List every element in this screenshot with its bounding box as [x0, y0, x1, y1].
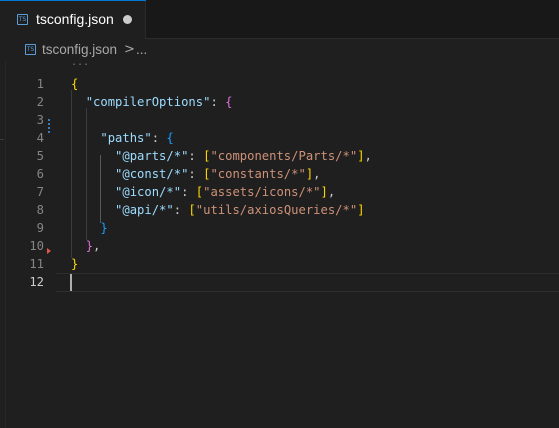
brace: { [71, 77, 79, 91]
line-number: 6 [36, 167, 44, 181]
json-string: "components/Parts/*" [210, 149, 358, 163]
code-line: 1 { [0, 75, 559, 93]
bracket: ] [357, 203, 365, 217]
line-number: 11 [29, 257, 44, 271]
text-cursor [70, 274, 72, 291]
colon: : [151, 131, 167, 145]
tab-title: tsconfig.json [36, 11, 114, 27]
brace: { [225, 95, 233, 109]
active-tab-indicator [0, 0, 146, 1]
line-number: 7 [36, 185, 44, 199]
bracket: ] [357, 149, 365, 163]
code-line: 4 "paths": { [0, 129, 559, 147]
code-line: 11 } [0, 255, 559, 273]
json-key: "@api/*" [115, 203, 174, 217]
tab-bar: TS tsconfig.json [0, 0, 559, 39]
json-key: "@parts/*" [115, 149, 189, 163]
code-line: 7 "@icon/*": ["assets/icons/*"], [0, 183, 559, 201]
sticky-scroll-fold[interactable]: ... [71, 58, 89, 68]
colon: : [210, 95, 226, 109]
colon: : [188, 149, 204, 163]
bracket: [ [195, 185, 204, 199]
comma: , [93, 239, 101, 253]
json-key: "@const/*" [115, 167, 189, 181]
code-line: 5 "@parts/*": ["components/Parts/*"], [0, 147, 559, 165]
breadcrumb-more[interactable]: ... [136, 41, 147, 58]
line-number: 2 [36, 95, 44, 109]
unsaved-dot-icon[interactable] [123, 15, 132, 24]
line-number: 4 [36, 131, 44, 145]
colon: : [188, 167, 204, 181]
code-line: 3 [0, 111, 559, 129]
colon: : [173, 203, 189, 217]
breadcrumb-file[interactable]: tsconfig.json [42, 41, 117, 58]
comma: , [313, 167, 321, 181]
ts-file-icon: TS [17, 14, 28, 25]
line-number: 9 [36, 221, 44, 235]
chevron-right-icon: > [124, 42, 135, 57]
brace: } [100, 221, 108, 235]
line-number: 5 [36, 149, 44, 163]
code-editor[interactable]: ... 1 { 2 "compilerOptions": { 3 4 "path… [0, 58, 559, 428]
brace: } [85, 239, 94, 253]
comma: , [327, 185, 336, 199]
line-number: 8 [36, 203, 44, 217]
line-number: 10 [29, 239, 44, 253]
line-number-active: 12 [29, 275, 44, 289]
json-string: "assets/icons/*" [203, 185, 321, 199]
code-line: 10 }, [0, 237, 559, 255]
json-key: "paths" [100, 131, 152, 145]
colon: : [181, 185, 196, 199]
comma: , [364, 149, 372, 163]
ts-file-icon: TS [25, 44, 36, 55]
brace: { [166, 131, 174, 145]
json-key: "@icon/*" [115, 185, 182, 199]
code-line: 6 "@const/*": ["constants/*"], [0, 165, 559, 183]
code-line: 9 } [0, 219, 559, 237]
line-number: 1 [36, 77, 44, 91]
json-key: "compilerOptions" [85, 95, 211, 109]
line-number: 3 [36, 113, 44, 127]
json-string: "constants/*" [210, 167, 306, 181]
bracket: [ [188, 203, 196, 217]
tab-tsconfig[interactable]: TS tsconfig.json [0, 0, 146, 39]
json-string: "utils/axiosQueries/*" [195, 203, 358, 217]
code-line: 8 "@api/*": ["utils/axiosQueries/*"] [0, 201, 559, 219]
code-line-current: 12 [0, 273, 559, 291]
code-line: 2 "compilerOptions": { [0, 93, 559, 111]
brace: } [71, 257, 79, 271]
bracket: ] [320, 185, 328, 199]
